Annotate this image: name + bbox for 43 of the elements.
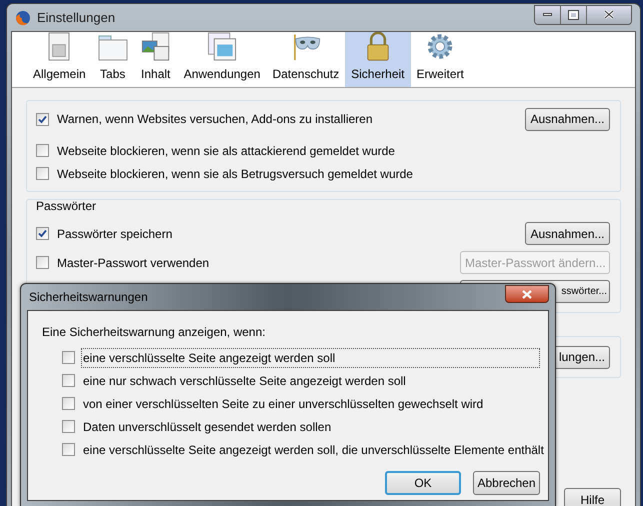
dialog-button[interactable]: OK	[385, 471, 461, 495]
minimize-button[interactable]	[535, 6, 561, 24]
checkbox[interactable]	[36, 167, 49, 180]
option-label: von einer verschlüsselten Seite zu einer unverschlüsselten gewechselt wird	[82, 396, 484, 412]
option-label: Passwörter speichern	[57, 226, 172, 242]
dialog-title: Sicherheitswarnungen	[29, 289, 148, 306]
group-title: Passwörter	[36, 198, 98, 215]
close-button[interactable]	[587, 6, 631, 24]
maximize-button[interactable]	[561, 6, 587, 24]
checkbox[interactable]	[62, 397, 75, 410]
close-icon	[604, 10, 614, 19]
option-label: Webseite blockieren, wenn sie als Betrugsversuch gemeldet wurde	[57, 166, 413, 182]
checkbox[interactable]	[62, 443, 75, 456]
dialog-button[interactable]: Abbrechen	[473, 471, 540, 495]
checkbox[interactable]	[36, 144, 49, 157]
checkbox[interactable]	[36, 256, 49, 269]
checkbox[interactable]	[62, 374, 75, 387]
toolbar-tab[interactable]: Datenschutz	[266, 32, 346, 87]
window-title: Einstellungen	[37, 8, 116, 27]
close-icon	[522, 290, 532, 298]
option-label: eine verschlüsselte Seite angezeigt werden soll, die unverschlüsselte Elemente enthält	[82, 442, 545, 458]
toolbar-tab[interactable]: Allgemein	[27, 32, 92, 87]
option-label: Webseite blockieren, wenn sie als attackierend gemeldet wurde	[57, 142, 395, 160]
option-label: Master-Passwort verwenden	[57, 254, 210, 272]
checkbox[interactable]	[62, 351, 75, 364]
option-label: Daten unverschlüsselt gesendet werden sollen	[82, 418, 332, 436]
checkbox[interactable]	[62, 420, 75, 433]
option-label: eine verschlüsselte Seite angezeigt werden soll	[81, 348, 540, 368]
exceptions-button[interactable]: Ausnahmen...	[525, 108, 610, 130]
option-label: Warnen, wenn Websites versuchen, Add-ons zu installieren	[57, 111, 372, 128]
option-label: eine nur schwach verschlüsselte Seite angezeigt werden soll	[82, 372, 407, 390]
help-button[interactable]: Hilfe	[564, 488, 621, 506]
firefox-icon	[15, 10, 31, 26]
toolbar-tab[interactable]: Anwendungen	[178, 32, 266, 87]
dialog-prompt: Eine Sicherheitswarnung anzeigen, wenn:	[42, 324, 266, 341]
toolbar-tab[interactable]: Sicherheit	[345, 32, 411, 87]
toolbar-tab[interactable]: Erweitert	[410, 32, 470, 87]
checkbox[interactable]	[36, 112, 49, 126]
close-button[interactable]	[505, 285, 549, 303]
toolbar-tab[interactable]: Tabs	[92, 32, 134, 87]
settings-button[interactable]: Ausnahmen...	[525, 222, 610, 245]
checkbox[interactable]	[36, 227, 49, 240]
toolbar-tab[interactable]: Inhalt	[134, 32, 178, 87]
